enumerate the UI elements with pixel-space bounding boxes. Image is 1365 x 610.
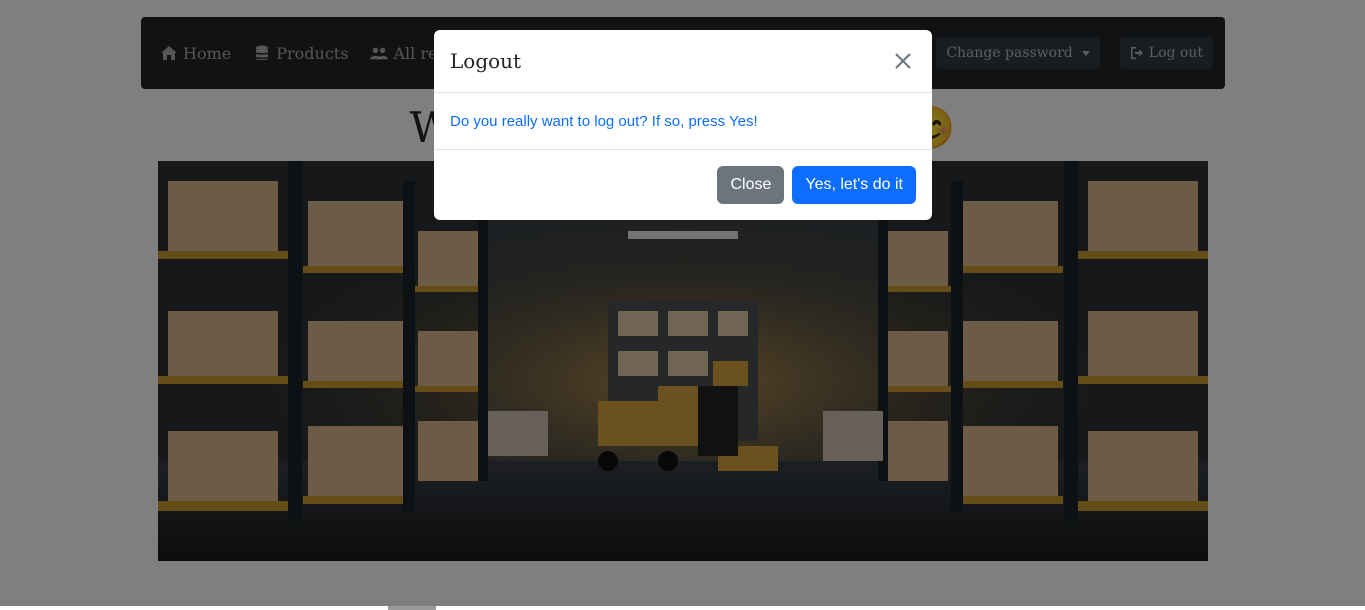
close-icon bbox=[895, 53, 911, 69]
logout-modal: Logout Do you really want to log out? If… bbox=[434, 30, 932, 220]
confirm-logout-button[interactable]: Yes, let's do it bbox=[792, 166, 916, 204]
modal-header: Logout bbox=[434, 30, 932, 93]
modal-footer: Close Yes, let's do it bbox=[434, 150, 932, 220]
close-button[interactable]: Close bbox=[717, 166, 785, 204]
modal-body: Do you really want to log out? If so, pr… bbox=[434, 93, 932, 150]
modal-close-x-button[interactable] bbox=[890, 48, 916, 74]
modal-message: Do you really want to log out? If so, pr… bbox=[450, 112, 758, 130]
bottom-scroll-track bbox=[48, 606, 336, 610]
bottom-scroll-thumb[interactable] bbox=[388, 606, 436, 610]
modal-title: Logout bbox=[450, 49, 522, 73]
